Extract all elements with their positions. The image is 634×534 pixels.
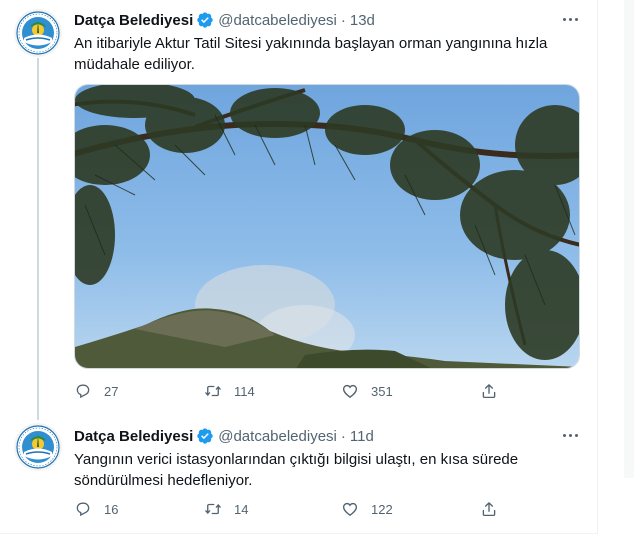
tweet-photo[interactable] xyxy=(74,84,580,369)
tweet-actions: 27 114 351 xyxy=(74,381,504,401)
reply-icon xyxy=(74,500,92,518)
author-name[interactable]: Datça Belediyesi xyxy=(74,12,193,29)
separator: · xyxy=(340,427,346,445)
timeline: Datça Belediyesi @datcabelediyesi · 13d … xyxy=(0,0,598,534)
retweet-icon xyxy=(204,382,222,400)
verified-badge-icon xyxy=(196,427,214,445)
like-count: 122 xyxy=(371,501,393,517)
like-button[interactable]: 351 xyxy=(341,381,393,401)
more-icon xyxy=(562,17,566,21)
retweet-button[interactable]: 114 xyxy=(204,381,255,401)
retweet-count: 14 xyxy=(234,501,249,517)
forest-fire-photo xyxy=(75,85,579,368)
like-button[interactable]: 122 xyxy=(341,499,393,519)
separator: · xyxy=(340,11,346,29)
like-icon xyxy=(341,382,359,400)
reply-count: 16 xyxy=(104,501,119,517)
more-options-button[interactable] xyxy=(556,424,584,446)
tweet[interactable]: Datça Belediyesi @datcabelediyesi · 11d … xyxy=(0,416,598,534)
thread-connector-line xyxy=(37,58,39,420)
author-handle[interactable]: @datcabelediyesi xyxy=(218,12,337,29)
timestamp[interactable]: 11d xyxy=(350,428,374,445)
tweet[interactable]: Datça Belediyesi @datcabelediyesi · 13d … xyxy=(0,0,598,420)
tweet-text: An itibariyle Aktur Tatil Sitesi yakının… xyxy=(74,35,548,73)
retweet-icon xyxy=(204,500,222,518)
reply-icon xyxy=(74,382,92,400)
share-icon xyxy=(480,382,498,400)
retweet-button[interactable]: 14 xyxy=(204,499,248,519)
avatar[interactable] xyxy=(14,9,62,57)
like-icon xyxy=(341,500,359,518)
retweet-count: 114 xyxy=(234,383,255,399)
avatar[interactable] xyxy=(14,423,62,471)
tweet-header: Datça Belediyesi @datcabelediyesi · 13d xyxy=(74,10,375,30)
timestamp[interactable]: 13d xyxy=(350,12,375,29)
tweet-actions: 16 14 122 xyxy=(74,499,504,519)
share-button[interactable] xyxy=(480,381,498,401)
tweet-text: Yangının verici istasyonlarından çıktığı… xyxy=(74,451,519,489)
sidebar-edge xyxy=(624,0,634,478)
municipality-logo-icon xyxy=(14,9,62,57)
author-name[interactable]: Datça Belediyesi xyxy=(74,428,193,445)
reply-button[interactable]: 27 xyxy=(74,381,118,401)
tweet-header: Datça Belediyesi @datcabelediyesi · 11d xyxy=(74,426,374,446)
reply-button[interactable]: 16 xyxy=(74,499,118,519)
share-icon xyxy=(480,500,498,518)
author-handle[interactable]: @datcabelediyesi xyxy=(218,428,337,445)
share-button[interactable] xyxy=(480,499,498,519)
like-count: 351 xyxy=(371,383,393,399)
reply-count: 27 xyxy=(104,383,119,399)
verified-badge-icon xyxy=(196,11,214,29)
more-icon xyxy=(562,433,566,437)
municipality-logo-icon xyxy=(14,423,62,471)
more-options-button[interactable] xyxy=(556,8,584,30)
